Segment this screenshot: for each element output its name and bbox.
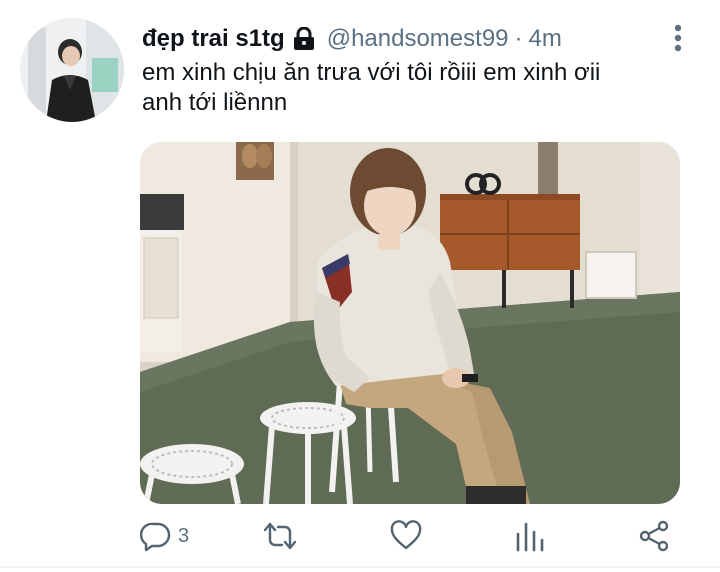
tweet-actions: 3 — [140, 516, 680, 556]
tweet-text-line: anh tới liềnnn — [142, 89, 288, 116]
avatar[interactable] — [20, 18, 124, 122]
display-name[interactable]: đẹp trai s1tg — [142, 25, 285, 53]
analytics-icon — [516, 522, 544, 552]
user-handle[interactable]: @handsomest99 — [327, 25, 509, 53]
photo-image — [140, 142, 680, 504]
like-icon — [390, 520, 422, 550]
tweet[interactable]: đẹp trai s1tg @handsomest99 · 4m em xinh… — [0, 0, 720, 572]
tweet-text: em xinh chịu ăn trưa với tôi rồiii em xi… — [142, 58, 702, 118]
share-icon — [639, 520, 669, 552]
tweet-photo[interactable] — [140, 142, 680, 504]
reply-button[interactable]: 3 — [140, 518, 189, 554]
reply-count: 3 — [178, 524, 190, 547]
separator-dot: · — [514, 25, 523, 52]
lock-icon — [293, 26, 315, 51]
divider — [0, 566, 720, 568]
retweet-icon — [264, 522, 296, 550]
retweet-button[interactable] — [264, 518, 296, 554]
timestamp[interactable]: 4m — [529, 25, 562, 53]
like-button[interactable] — [390, 518, 422, 554]
reply-icon — [140, 522, 171, 552]
tweet-text-line: em xinh chịu ăn trưa với tôi rồiii em xi… — [142, 59, 601, 86]
analytics-button[interactable] — [514, 518, 546, 554]
avatar-photo-icon — [20, 18, 124, 122]
more-options-icon[interactable] — [668, 24, 688, 52]
share-button[interactable] — [638, 518, 670, 554]
tweet-header: đẹp trai s1tg @handsomest99 · 4m — [142, 22, 562, 56]
